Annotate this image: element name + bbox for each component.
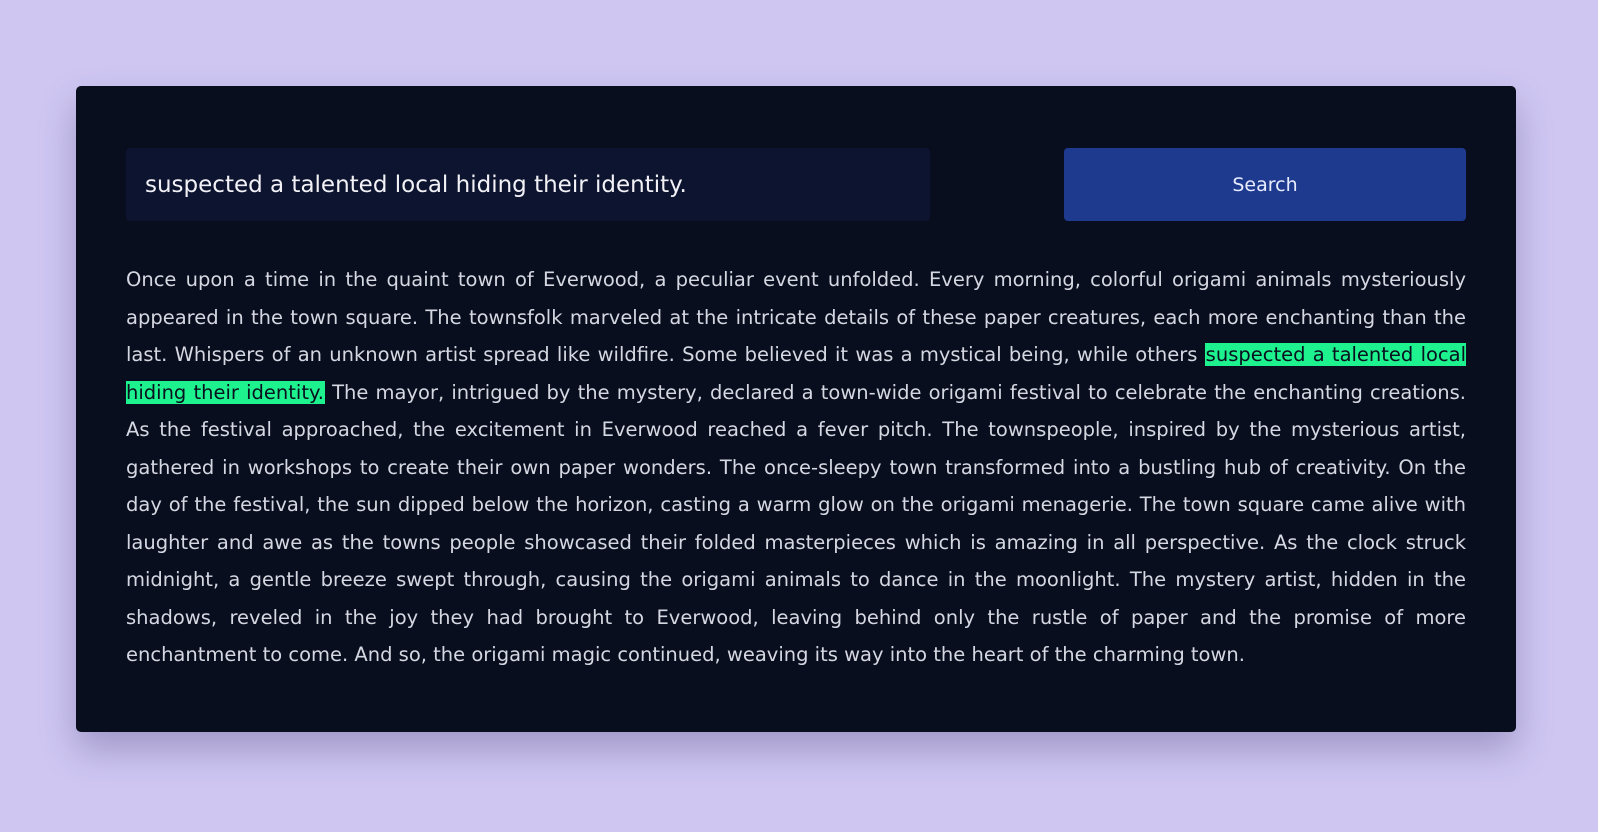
- story-text: Once upon a time in the quaint town of E…: [126, 261, 1467, 674]
- search-input[interactable]: [126, 148, 930, 221]
- search-card: Search Once upon a time in the quaint to…: [76, 86, 1516, 732]
- search-bar: Search: [126, 148, 1466, 221]
- search-button[interactable]: Search: [1064, 148, 1466, 221]
- story-text-after: The mayor, intrigued by the mystery, dec…: [126, 380, 1466, 667]
